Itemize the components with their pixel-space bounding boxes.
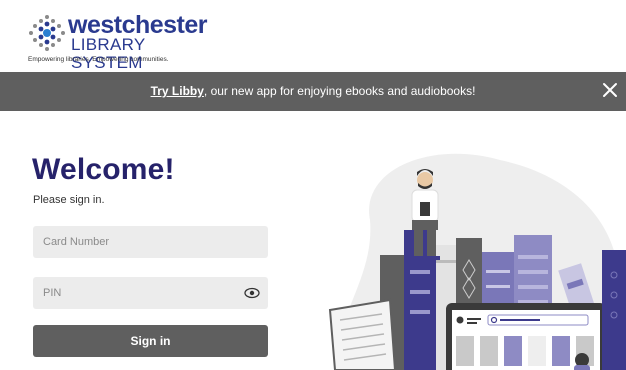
sign-in-prompt: Please sign in. (33, 194, 105, 206)
libby-banner: Try Libby, our new app for enjoying eboo… (0, 72, 626, 111)
logo-tagline: Empowering libraries. Empowering communi… (28, 56, 169, 63)
library-illustration (328, 153, 626, 370)
logo-subtitle: LIBRARY SYSTEM (71, 35, 146, 72)
pin-input[interactable] (33, 277, 268, 309)
eye-icon[interactable] (244, 287, 260, 299)
site-header: westchester LIBRARY SYSTEM Empowering li… (0, 0, 626, 72)
page-title: Welcome! (32, 153, 175, 186)
banner-message: , our new app for enjoying ebooks and au… (203, 84, 476, 98)
banner-text: Try Libby, our new app for enjoying eboo… (0, 84, 626, 98)
library-logo[interactable]: westchester LIBRARY SYSTEM Empowering li… (28, 12, 208, 72)
book-right-edge (602, 250, 626, 370)
card-number-input[interactable] (33, 226, 268, 258)
close-icon[interactable] (600, 80, 620, 100)
open-book (328, 298, 397, 370)
try-libby-link[interactable]: Try Libby (151, 84, 204, 98)
logo-mark-icon (29, 15, 65, 51)
sign-in-button[interactable]: Sign in (33, 325, 268, 357)
